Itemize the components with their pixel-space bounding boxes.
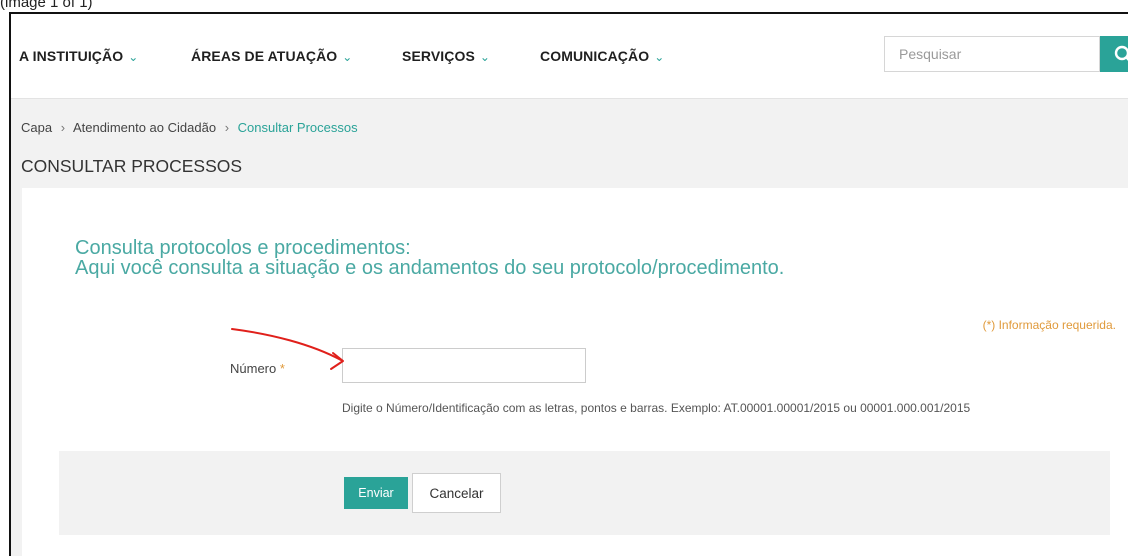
chevron-down-icon: ⌄ bbox=[342, 50, 353, 64]
nav-item-instituicao[interactable]: A INSTITUIÇÃO ⌄ bbox=[19, 48, 138, 64]
breadcrumb-current: Consultar Processos bbox=[237, 120, 358, 135]
form-actions-bar: Enviar Cancelar bbox=[59, 451, 1110, 535]
form-headline: Consulta protocolos e procedimentos: Aqu… bbox=[75, 238, 784, 278]
nav-item-label: ÁREAS DE ATUAÇÃO bbox=[191, 48, 338, 64]
chevron-down-icon: ⌄ bbox=[128, 50, 139, 64]
breadcrumb-link-atendimento[interactable]: Atendimento ao Cidadão bbox=[73, 120, 216, 135]
search-input[interactable] bbox=[884, 36, 1100, 72]
chevron-down-icon: ⌄ bbox=[654, 50, 665, 64]
form-headline-line1: Consulta protocolos e procedimentos: bbox=[75, 237, 411, 259]
nav-item-servicos[interactable]: SERVIÇOS ⌄ bbox=[402, 48, 490, 64]
breadcrumb: Capa › Atendimento ao Cidadão › Consulta… bbox=[21, 120, 358, 135]
required-marker: * bbox=[279, 361, 285, 376]
submit-button[interactable]: Enviar bbox=[344, 477, 408, 509]
breadcrumb-link-capa[interactable]: Capa bbox=[21, 120, 52, 135]
image-caption: (image 1 of 1) bbox=[0, 0, 93, 11]
nav-item-label: SERVIÇOS bbox=[402, 48, 475, 64]
nav-item-areas-de-atuacao[interactable]: ÁREAS DE ATUAÇÃO ⌄ bbox=[191, 48, 352, 64]
page-title: CONSULTAR PROCESSOS bbox=[21, 156, 243, 176]
nav-item-label: COMUNICAÇÃO bbox=[540, 48, 650, 64]
cancel-button[interactable]: Cancelar bbox=[412, 473, 501, 513]
nav-item-label: A INSTITUIÇÃO bbox=[19, 48, 124, 64]
form-headline-line2: Aqui você consulta a situação e os andam… bbox=[75, 257, 785, 279]
search-icon bbox=[1114, 45, 1128, 61]
chevron-down-icon: ⌄ bbox=[479, 50, 491, 64]
breadcrumb-separator: › bbox=[60, 120, 66, 135]
numero-label: Número * bbox=[230, 361, 285, 376]
numero-input[interactable] bbox=[342, 348, 586, 383]
breadcrumb-separator: › bbox=[224, 120, 230, 135]
numero-label-text: Número bbox=[230, 361, 277, 376]
browser-viewport: A INSTITUIÇÃO ⌄ ÁREAS DE ATUAÇÃO ⌄ SERVIÇO… bbox=[9, 12, 1128, 556]
top-navigation: A INSTITUIÇÃO ⌄ ÁREAS DE ATUAÇÃO ⌄ SERVIÇO… bbox=[11, 14, 1128, 99]
form-card: Consulta protocolos e procedimentos: Aqu… bbox=[22, 188, 1128, 556]
search-button[interactable] bbox=[1100, 36, 1128, 72]
nav-item-comunicacao[interactable]: COMUNICAÇÃO ⌄ bbox=[540, 48, 664, 64]
required-info-note: (*) Informação requerida. bbox=[982, 318, 1116, 332]
numero-help-text: Digite o Número/Identificação com as let… bbox=[342, 401, 971, 415]
